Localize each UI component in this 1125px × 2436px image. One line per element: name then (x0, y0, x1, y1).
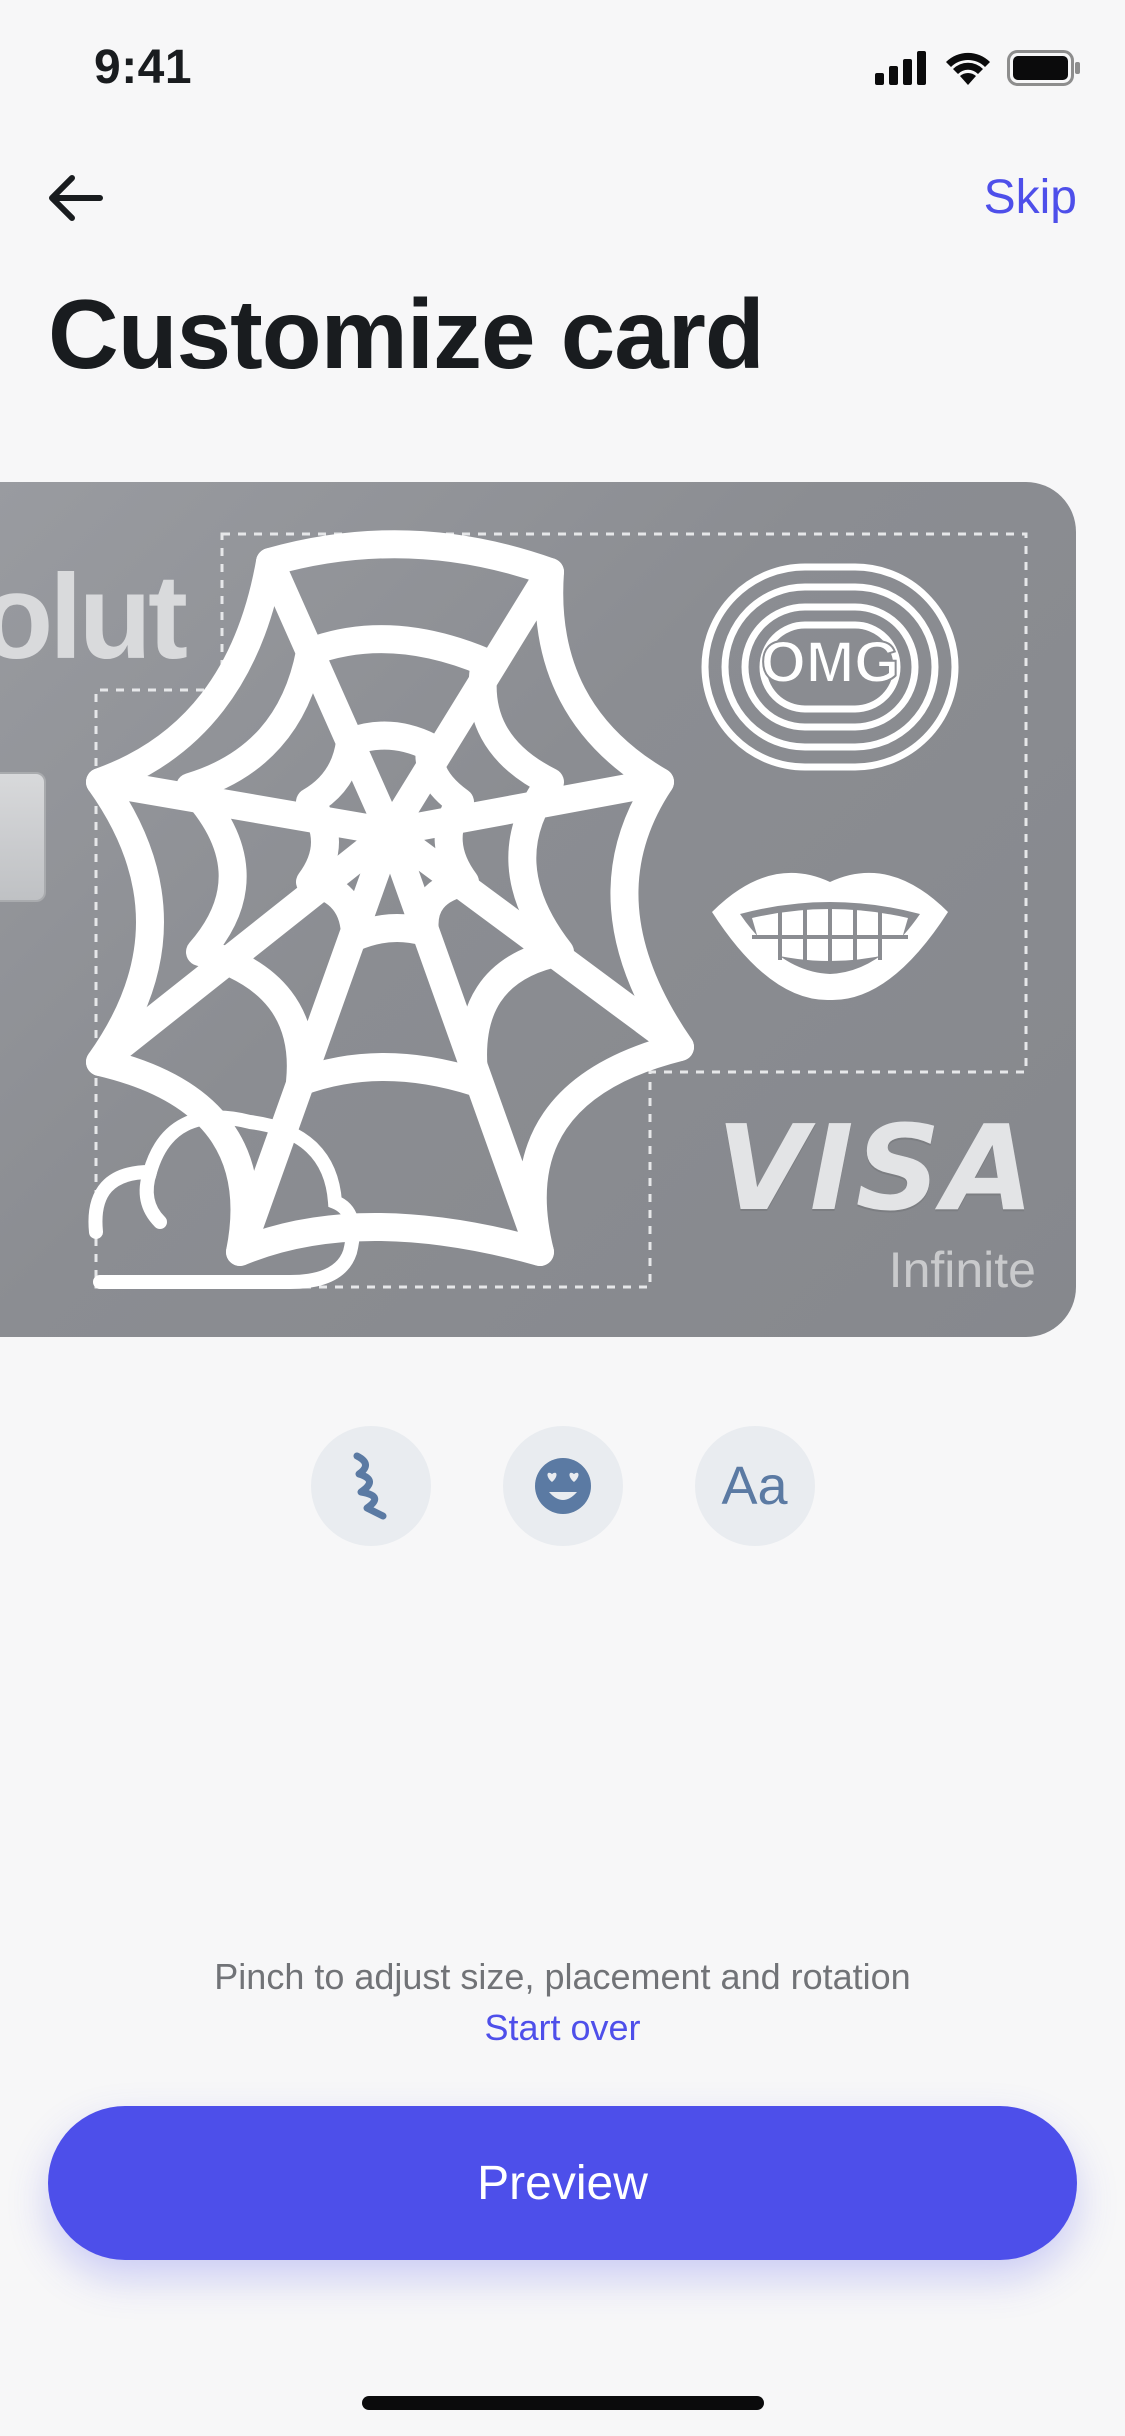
wifi-icon (946, 52, 990, 85)
status-icons (875, 50, 1081, 86)
spiderweb-sticker[interactable] (86, 530, 694, 1266)
card-tier-label: Infinite (888, 1242, 1036, 1298)
start-over-link[interactable]: Start over (484, 2007, 640, 2048)
text-tool-label: Aa (721, 1456, 788, 1516)
gesture-hint: Pinch to adjust size, placement and rota… (214, 1956, 911, 1997)
preview-button[interactable]: Preview (48, 2106, 1077, 2260)
card-preview[interactable]: olut OMG VISA Infinite (0, 482, 1076, 1337)
start-over-row: Start over (0, 2007, 1125, 2049)
back-button[interactable] (44, 166, 108, 230)
skip-button[interactable]: Skip (984, 170, 1077, 225)
customize-card-screen: 9:41 Skip Customize card olut OMG VISA I… (0, 0, 1125, 2436)
cellular-signal-icon (875, 51, 926, 85)
home-indicator (362, 2396, 764, 2410)
visa-logo: VISA (716, 1099, 1036, 1237)
squiggle-icon (353, 1452, 386, 1520)
battery-icon (1007, 50, 1080, 86)
lips-sticker[interactable] (712, 872, 948, 1001)
status-time: 9:41 (94, 41, 193, 94)
sticker-tool-button[interactable] (502, 1426, 623, 1546)
draw-tool-button[interactable] (310, 1426, 431, 1546)
omg-sticker[interactable]: OMG (701, 563, 959, 771)
omg-sticker-text: OMG (761, 630, 900, 695)
text-tool-button[interactable]: Aa (694, 1426, 815, 1546)
heart-eyes-emoji-icon (534, 1458, 591, 1514)
visa-branding: VISA Infinite (716, 1109, 1036, 1299)
arrow-left-icon (49, 175, 103, 221)
customization-tools: Aa (0, 1426, 1125, 1546)
page-title: Customize card (48, 279, 765, 389)
